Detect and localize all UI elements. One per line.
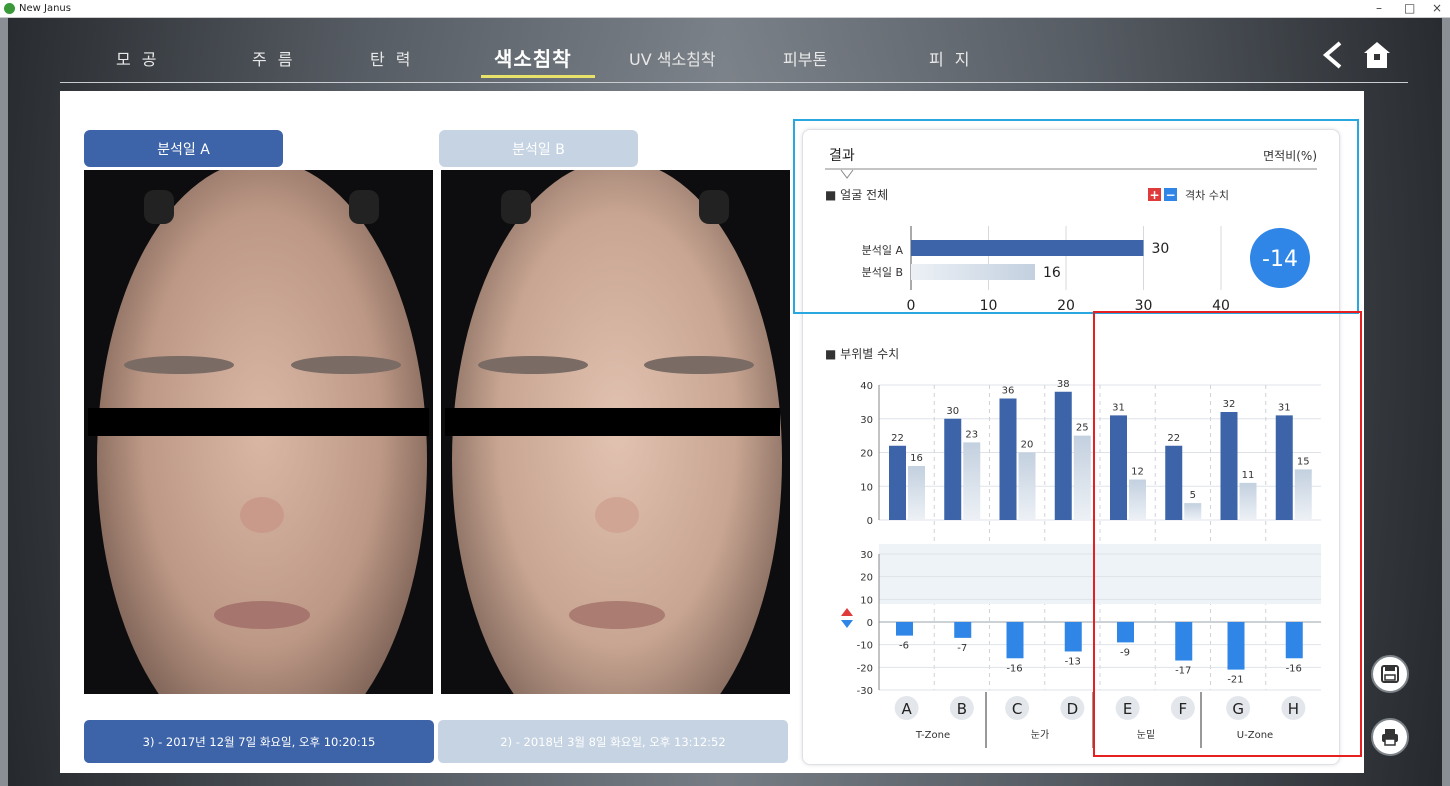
date-b-timestamp: 2) - 2018년 3월 8일 화요일, 오후 13:12:52 <box>438 720 788 763</box>
bar-date-b <box>963 442 981 520</box>
date-a-button[interactable]: 분석일 A <box>84 130 283 167</box>
back-icon[interactable] <box>1320 40 1346 70</box>
y-tick-label: 0 <box>867 516 873 527</box>
close-button[interactable]: × <box>1432 1 1442 15</box>
y-tick-label: 30 <box>860 550 873 561</box>
diff-bar <box>1064 622 1082 652</box>
zone-label: T-Zone <box>915 730 950 741</box>
bar-value-label: 20 <box>1021 440 1034 451</box>
minimize-button[interactable]: – <box>1376 1 1382 15</box>
date-b-button[interactable]: 분석일 B <box>439 130 638 167</box>
y-tick-label: -30 <box>857 686 873 697</box>
bar-value-label: 16 <box>910 453 923 464</box>
down-arrow-icon <box>841 620 853 628</box>
tab-pores[interactable]: 모 공 <box>116 46 160 70</box>
bar-date-b <box>1018 452 1036 520</box>
bar-date-b <box>1073 435 1091 520</box>
save-button[interactable] <box>1371 655 1409 693</box>
app-logo-icon <box>4 3 15 14</box>
y-tick-label: 10 <box>860 482 873 493</box>
by-region-label: ■ 부위별 수치 <box>825 347 899 361</box>
diff-bar <box>1006 622 1024 659</box>
diff-value-label: -13 <box>1065 656 1081 667</box>
print-button[interactable] <box>1371 718 1409 756</box>
category-label: D <box>1067 700 1079 718</box>
bar-date-a <box>944 418 962 520</box>
diff-value-label: -16 <box>1006 663 1022 674</box>
y-tick-label: 30 <box>860 415 873 426</box>
highlight-box-regions <box>1093 311 1362 757</box>
bar-date-a <box>889 445 906 520</box>
tab-sebum[interactable]: 피 지 <box>929 46 973 70</box>
window-titlebar: New Janus – □ × <box>0 0 1450 18</box>
category-label: C <box>1012 700 1022 718</box>
bar-value-label: 36 <box>1002 386 1015 397</box>
face-photo-b <box>441 170 790 694</box>
highlight-box-whole-face <box>793 119 1359 314</box>
tab-pigmentation[interactable]: 색소침착 <box>494 43 572 72</box>
diff-bar <box>896 622 913 636</box>
y-tick-label: 40 <box>860 381 873 392</box>
home-icon[interactable] <box>1362 40 1392 70</box>
privacy-eye-bar <box>445 408 780 436</box>
print-icon <box>1382 729 1398 746</box>
bar-value-label: 38 <box>1057 379 1070 390</box>
top-nav: 모 공 주 름 탄 력 색소침착 UV 색소침착 피부톤 피 지 <box>8 18 1442 84</box>
y-tick-label: 20 <box>860 449 873 460</box>
y-tick-label: 10 <box>860 595 873 606</box>
bar-value-label: 25 <box>1076 423 1089 434</box>
y-tick-label: -10 <box>857 641 873 652</box>
restore-button[interactable]: □ <box>1404 1 1415 15</box>
bar-date-a <box>999 398 1017 520</box>
diff-value-label: -7 <box>957 643 967 654</box>
diff-bar <box>954 622 972 638</box>
privacy-eye-bar <box>88 408 429 436</box>
face-photo-a <box>84 170 433 694</box>
window-title: New Janus <box>19 3 71 14</box>
category-label: B <box>957 700 967 718</box>
y-tick-label: 0 <box>867 618 873 629</box>
y-tick-label: -20 <box>857 663 873 674</box>
tab-wrinkles[interactable]: 주 름 <box>252 46 296 70</box>
bar-value-label: 22 <box>891 433 904 444</box>
up-arrow-icon <box>841 608 853 616</box>
tab-uv-pigmentation[interactable]: UV 색소침착 <box>629 46 716 70</box>
category-label: A <box>901 700 912 718</box>
tab-skin-tone[interactable]: 피부톤 <box>783 46 827 70</box>
tab-elasticity[interactable]: 탄 력 <box>370 46 414 70</box>
diff-value-label: -6 <box>899 641 909 652</box>
bar-value-label: 23 <box>965 429 978 440</box>
bar-value-label: 30 <box>946 406 959 417</box>
y-tick-label: 20 <box>860 573 873 584</box>
zone-label: 눈가 <box>1031 729 1049 741</box>
save-icon <box>1381 665 1399 683</box>
active-tab-indicator <box>481 75 595 78</box>
bar-date-b <box>908 466 925 520</box>
date-a-timestamp: 3) - 2017년 12월 7일 화요일, 오후 10:20:15 <box>84 720 434 763</box>
bar-date-a <box>1054 391 1072 520</box>
